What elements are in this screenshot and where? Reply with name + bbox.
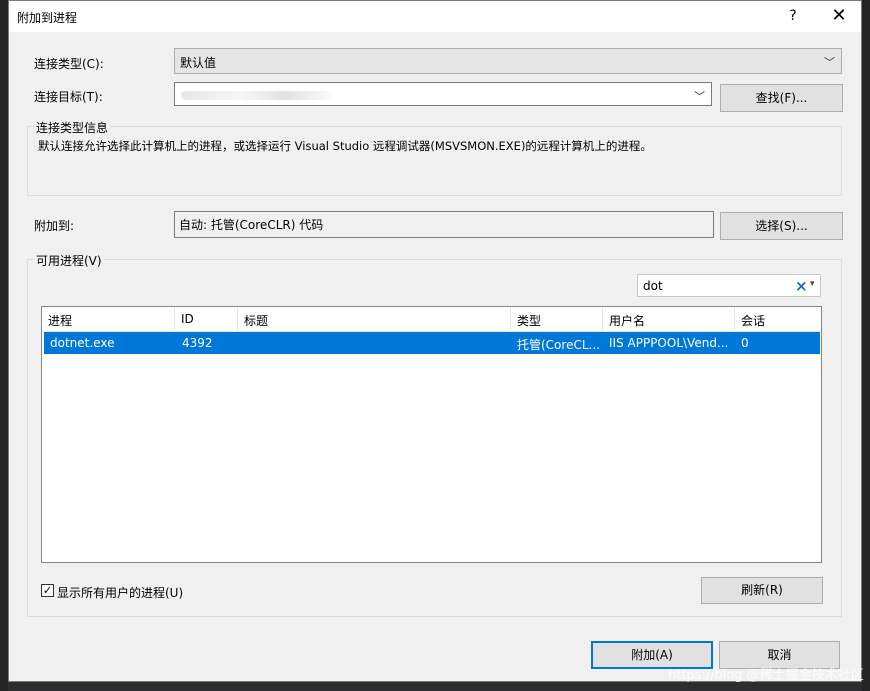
redacted-target-name — [181, 91, 331, 100]
table-row[interactable]: dotnet.exe 4392 托管(CoreCL... IIS APPPOOL… — [44, 332, 820, 354]
column-title[interactable]: 标题 — [238, 307, 511, 331]
column-username[interactable]: 用户名 — [603, 307, 735, 331]
column-session[interactable]: 会话 — [735, 307, 820, 331]
select-code-type-button[interactable]: 选择(S)... — [720, 212, 843, 240]
show-all-users-checkbox[interactable]: ✓ — [41, 584, 54, 597]
row-id: 4392 — [182, 336, 213, 350]
attach-to-value: 自动: 托管(CoreCLR) 代码 — [174, 211, 714, 238]
watermark: https://blog @稀土掘金技术社区 — [668, 668, 864, 683]
checkmark-icon: ✓ — [42, 584, 53, 597]
connection-type-select[interactable]: 默认值 ﹀ — [174, 48, 842, 74]
column-type[interactable]: 类型 — [511, 307, 603, 331]
chevron-down-icon[interactable]: ▾ — [810, 279, 815, 289]
process-filter-input[interactable]: dot × ▾ — [637, 274, 821, 297]
connection-info-legend: 连接类型信息 — [34, 119, 111, 136]
row-session: 0 — [741, 336, 749, 350]
attach-to-label: 附加到: — [34, 219, 75, 233]
title-bar: 附加到进程 ? ✕ — [9, 1, 861, 32]
row-process: dotnet.exe — [50, 336, 115, 350]
row-username: IIS APPPOOL\Vend... — [609, 336, 729, 350]
connection-type-value: 默认值 — [180, 56, 217, 70]
connection-info-text: 默认连接允许选择此计算机上的进程，或选择运行 Visual Studio 远程调… — [38, 139, 652, 153]
connection-target-label: 连接目标(T): — [34, 90, 103, 104]
chevron-down-icon[interactable]: ﹀ — [694, 88, 705, 104]
row-title — [240, 332, 510, 354]
connection-info-group: 连接类型信息 默认连接允许选择此计算机上的进程，或选择运行 Visual Stu… — [27, 119, 842, 196]
connection-target-input[interactable]: ﹀ — [174, 82, 712, 106]
process-filter-value: dot — [643, 279, 663, 293]
help-button[interactable]: ? — [781, 6, 805, 26]
close-button[interactable]: ✕ — [827, 5, 851, 27]
chevron-down-icon: ﹀ — [824, 56, 835, 69]
clear-x-icon[interactable]: × — [795, 277, 808, 295]
column-id[interactable]: ID — [175, 307, 238, 331]
process-list[interactable]: 进程 ID 标题 类型 用户名 会话 dotnet.exe 4392 托管(Co… — [41, 306, 822, 563]
available-processes-legend: 可用进程(V) — [34, 252, 104, 269]
connection-type-label: 连接类型(C): — [34, 57, 104, 71]
column-process[interactable]: 进程 — [42, 307, 175, 331]
background-ide-right — [862, 0, 870, 691]
row-type: 托管(CoreCL... — [517, 338, 600, 352]
refresh-button[interactable]: 刷新(R) — [701, 577, 823, 604]
process-list-header: 进程 ID 标题 类型 用户名 会话 — [42, 307, 820, 332]
show-all-users-label[interactable]: 显示所有用户的进程(U) — [57, 584, 183, 601]
window-title: 附加到进程 — [17, 11, 78, 25]
attach-to-process-dialog: 附加到进程 ? ✕ 连接类型(C): 默认值 ﹀ 连接目标(T): ﹀ 查找(F… — [8, 0, 862, 682]
find-button[interactable]: 查找(F)... — [720, 84, 843, 112]
background-ide-left — [0, 0, 8, 691]
